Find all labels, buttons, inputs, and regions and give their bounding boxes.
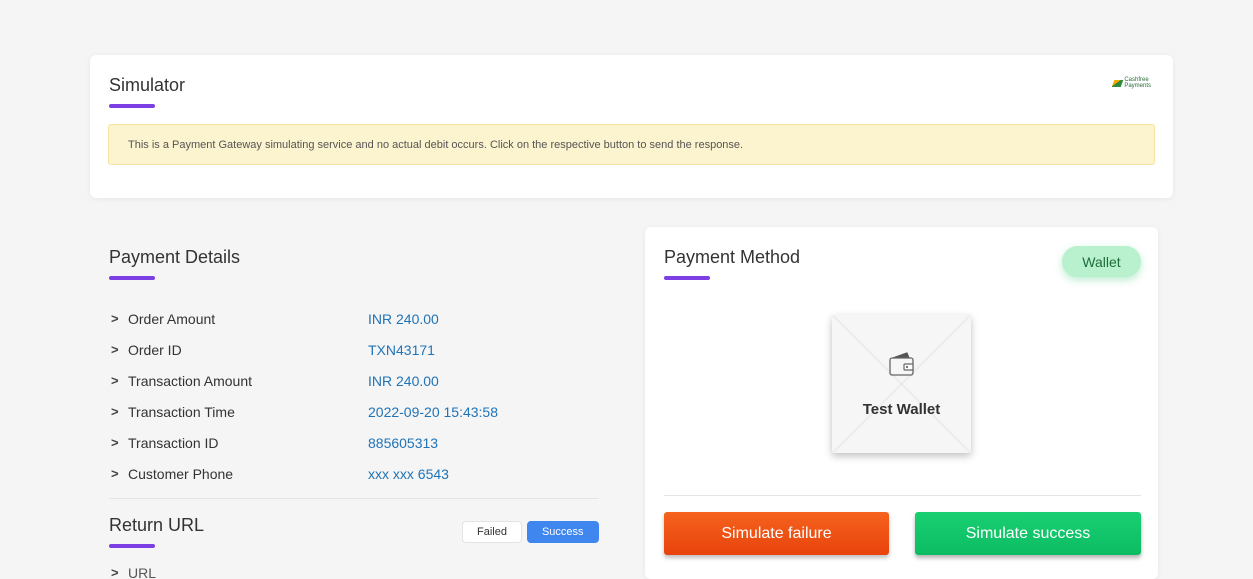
method-divider [664, 495, 1141, 496]
detail-label: Customer Phone [128, 465, 234, 482]
return-url-underline [109, 544, 155, 548]
toggle-success-button[interactable]: Success [526, 521, 599, 543]
detail-row-transaction-time: > Transaction Time 2022-09-20 15:43:58 [111, 396, 601, 427]
details-divider [109, 498, 599, 499]
detail-value: INR 240.00 [368, 310, 439, 327]
simulator-title-underline [109, 104, 155, 108]
chevron-right-icon: > [111, 342, 119, 357]
payment-details-list: > Order Amount INR 240.00 > Order ID TXN… [111, 303, 601, 489]
test-wallet-tile[interactable]: Test Wallet [832, 315, 971, 453]
detail-label: Transaction ID [128, 434, 219, 451]
wallet-icon [889, 352, 914, 376]
chevron-right-icon: > [111, 435, 119, 450]
brand-logo-icon [1112, 79, 1124, 87]
detail-row-order-amount: > Order Amount INR 240.00 [111, 303, 601, 334]
payment-details-underline [109, 276, 155, 280]
brand-logo-line2: Payments [1124, 83, 1151, 89]
toggle-failed-button[interactable]: Failed [462, 521, 522, 543]
chevron-right-icon: > [111, 404, 119, 419]
detail-value: xxx xxx 6543 [368, 465, 449, 482]
chevron-right-icon: > [111, 466, 119, 481]
return-url-toggle: Failed Success [462, 521, 599, 543]
detail-row-order-id: > Order ID TXN43171 [111, 334, 601, 365]
wallet-badge: Wallet [1062, 246, 1141, 277]
detail-row-customer-phone: > Customer Phone xxx xxx 6543 [111, 458, 601, 489]
detail-value: 885605313 [368, 434, 439, 451]
simulate-failure-button[interactable]: Simulate failure [664, 512, 889, 555]
detail-label: Transaction Time [128, 403, 235, 420]
chevron-right-icon: > [111, 373, 119, 388]
payment-method-underline [664, 276, 710, 280]
detail-label: Transaction Amount [128, 372, 252, 389]
return-url-title: Return URL [109, 515, 205, 535]
detail-value: TXN43171 [368, 341, 435, 358]
wallet-name: Test Wallet [862, 401, 941, 418]
payment-details-title: Payment Details [109, 247, 241, 267]
payment-method-card: Payment Method Wallet Test Wallet Simula… [645, 227, 1158, 579]
simulator-title: Simulator [109, 75, 186, 95]
payment-details-section: Payment Details > Order Amount INR 240.0… [90, 228, 617, 579]
chevron-right-icon: > [111, 565, 119, 579]
detail-label: Order Amount [128, 310, 216, 327]
simulator-notice: This is a Payment Gateway simulating ser… [108, 124, 1155, 165]
chevron-right-icon: > [111, 311, 119, 326]
return-url-row: > URL [111, 565, 156, 579]
url-label: URL [128, 565, 157, 579]
detail-value: INR 240.00 [368, 372, 439, 389]
simulate-success-button[interactable]: Simulate success [915, 512, 1141, 555]
payment-method-title: Payment Method [664, 247, 801, 267]
simulator-card: Simulator Cashfree Payments This is a Pa… [90, 55, 1173, 198]
brand-logo: Cashfree Payments [1112, 77, 1151, 89]
detail-row-transaction-id: > Transaction ID 885605313 [111, 427, 601, 458]
detail-value: 2022-09-20 15:43:58 [368, 403, 498, 420]
detail-label: Order ID [128, 341, 182, 358]
detail-row-transaction-amount: > Transaction Amount INR 240.00 [111, 365, 601, 396]
